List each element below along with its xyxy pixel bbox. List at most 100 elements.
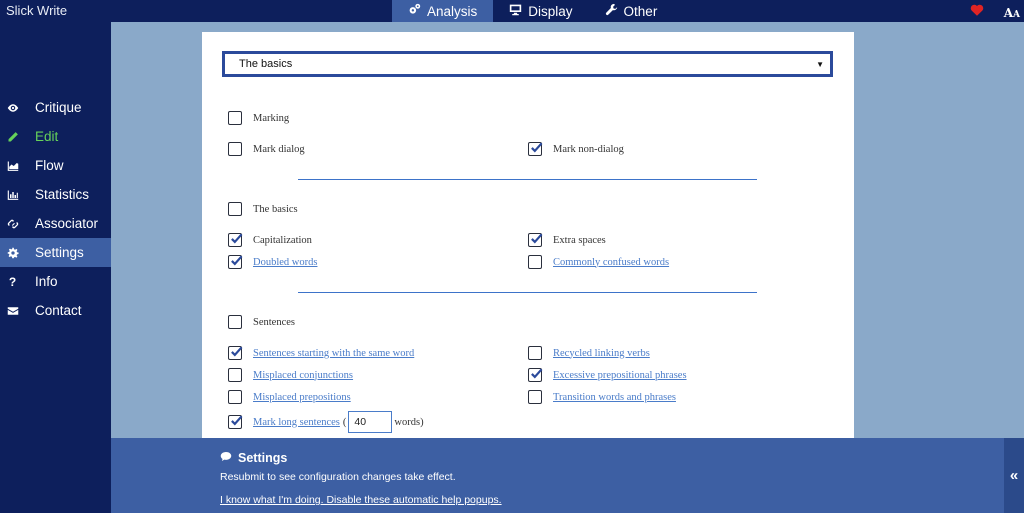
group-marking: Marking	[228, 111, 289, 125]
sidebar: Critique Edit Flow Statistics Associator…	[0, 22, 111, 513]
gear-icon	[6, 246, 19, 259]
commonly-confused-words-link[interactable]: Commonly confused words	[553, 257, 669, 268]
link-icon	[6, 217, 19, 230]
section-divider	[298, 179, 757, 180]
checkbox-doubled-words[interactable]	[228, 255, 243, 269]
envelope-icon	[6, 304, 19, 317]
option-mark-dialog: Mark dialog	[228, 142, 305, 156]
option-sentences-same-word: Sentences starting with the same word	[228, 346, 414, 360]
long-sentence-word-count-input[interactable]	[348, 411, 393, 433]
gears-icon	[408, 3, 421, 19]
sidebar-item-associator[interactable]: Associator	[0, 209, 111, 238]
checkbox-commonly-confused-words[interactable]	[528, 255, 542, 269]
checkbox-extra-spaces[interactable]	[528, 233, 543, 247]
option-label: Extra spaces	[553, 234, 606, 246]
transition-words-link[interactable]: Transition words and phrases	[553, 392, 676, 403]
settings-panel: The basics ▼ Marking Mark dialog Mark no…	[202, 32, 854, 438]
wrench-icon	[605, 3, 618, 19]
sidebar-item-label: Flow	[35, 158, 64, 173]
checkmark-icon	[231, 233, 243, 244]
sidebar-nav: Critique Edit Flow Statistics Associator…	[0, 93, 111, 325]
sidebar-item-info[interactable]: ? Info	[0, 267, 111, 296]
misplaced-prepositions-link[interactable]: Misplaced prepositions	[253, 392, 351, 403]
tab-other[interactable]: Other	[589, 0, 674, 22]
option-label: Mark non-dialog	[553, 143, 624, 155]
monitor-icon	[509, 3, 522, 19]
top-right-controls: AA	[970, 3, 1020, 22]
sidebar-item-critique[interactable]: Critique	[0, 93, 111, 122]
checkbox-mark-dialog[interactable]	[228, 142, 242, 156]
help-popup-title: Settings	[220, 451, 287, 465]
group-label: The basics	[253, 203, 298, 215]
tab-label: Other	[623, 3, 658, 19]
checkmark-icon	[531, 233, 543, 244]
sidebar-item-label: Statistics	[35, 187, 90, 202]
font-size-icon[interactable]: AA	[1004, 6, 1020, 20]
checkbox-mark-long-sentences[interactable]	[228, 415, 243, 429]
checkbox-marking[interactable]	[228, 111, 242, 125]
option-commonly-confused-words: Commonly confused words	[528, 255, 669, 269]
help-popup-title-text: Settings	[238, 451, 288, 465]
option-doubled-words: Doubled words	[228, 255, 317, 269]
excessive-prepositional-phrases-link[interactable]: Excessive prepositional phrases	[553, 370, 687, 381]
sidebar-item-label: Associator	[35, 216, 99, 231]
disable-help-popups-link[interactable]: I know what I'm doing. Disable these aut…	[220, 494, 502, 506]
sidebar-item-flow[interactable]: Flow	[0, 151, 111, 180]
option-capitalization: Capitalization	[228, 233, 312, 247]
option-excessive-prepositional-phrases: Excessive prepositional phrases	[528, 368, 687, 382]
collapse-help-button[interactable]: «	[1004, 438, 1024, 513]
option-misplaced-conjunctions: Misplaced conjunctions	[228, 368, 353, 382]
tab-label: Analysis	[427, 3, 478, 19]
option-mark-long-sentences: Mark long sentences ( words)	[228, 411, 424, 433]
misplaced-conjunctions-link[interactable]: Misplaced conjunctions	[253, 370, 353, 381]
group-basics: The basics	[228, 202, 298, 216]
caret-down-icon: ▼	[816, 60, 824, 69]
option-recycled-linking-verbs: Recycled linking verbs	[528, 346, 650, 360]
option-misplaced-prepositions: Misplaced prepositions	[228, 390, 351, 404]
tab-display[interactable]: Display	[493, 0, 588, 22]
checkmark-icon	[531, 142, 543, 153]
checkbox-capitalization[interactable]	[228, 233, 243, 247]
speech-bubble-icon	[220, 451, 232, 465]
sentences-same-word-link[interactable]: Sentences starting with the same word	[253, 348, 414, 359]
checkbox-misplaced-conjunctions[interactable]	[228, 368, 242, 382]
heart-icon[interactable]	[970, 3, 984, 22]
checkbox-mark-non-dialog[interactable]	[528, 142, 543, 156]
top-tabs: Analysis Display Other	[392, 0, 673, 22]
sidebar-item-label: Critique	[35, 100, 82, 115]
checkbox-excessive-prepositional-phrases[interactable]	[528, 368, 543, 382]
checkbox-misplaced-prepositions[interactable]	[228, 390, 242, 404]
app-title: Slick Write	[6, 3, 68, 18]
checkmark-icon	[231, 255, 243, 266]
tab-analysis[interactable]: Analysis	[392, 0, 494, 22]
sidebar-item-contact[interactable]: Contact	[0, 296, 111, 325]
area-chart-icon	[6, 159, 19, 172]
recycled-linking-verbs-link[interactable]: Recycled linking verbs	[553, 348, 650, 359]
checkmark-icon	[231, 346, 243, 357]
group-label: Marking	[253, 112, 290, 124]
section-divider	[298, 292, 757, 293]
preset-select[interactable]: The basics ▼	[222, 51, 833, 77]
checkbox-sentences[interactable]	[228, 315, 242, 329]
sidebar-item-label: Contact	[35, 303, 82, 318]
sidebar-item-label: Settings	[35, 245, 84, 260]
sidebar-item-label: Info	[35, 274, 58, 289]
option-mark-non-dialog: Mark non-dialog	[528, 142, 624, 156]
option-extra-spaces: Extra spaces	[528, 233, 606, 247]
mark-long-sentences-link[interactable]: Mark long sentences	[253, 417, 340, 428]
sidebar-item-statistics[interactable]: Statistics	[0, 180, 111, 209]
words-suffix: words)	[394, 416, 424, 428]
help-popup-text: Resubmit to see configuration changes ta…	[220, 471, 456, 483]
sidebar-item-label: Edit	[35, 129, 59, 144]
option-transition-words: Transition words and phrases	[528, 390, 676, 404]
checkbox-the-basics[interactable]	[228, 202, 242, 216]
checkbox-sentences-same-word[interactable]	[228, 346, 243, 360]
checkbox-recycled-linking-verbs[interactable]	[528, 346, 542, 360]
checkbox-transition-words[interactable]	[528, 390, 542, 404]
bar-chart-icon	[6, 188, 19, 201]
sidebar-item-settings[interactable]: Settings	[0, 238, 111, 267]
doubled-words-link[interactable]: Doubled words	[253, 257, 317, 268]
sidebar-item-edit[interactable]: Edit	[0, 122, 111, 151]
help-popup: Settings Resubmit to see configuration c…	[111, 438, 1004, 513]
option-label: Capitalization	[253, 234, 312, 246]
